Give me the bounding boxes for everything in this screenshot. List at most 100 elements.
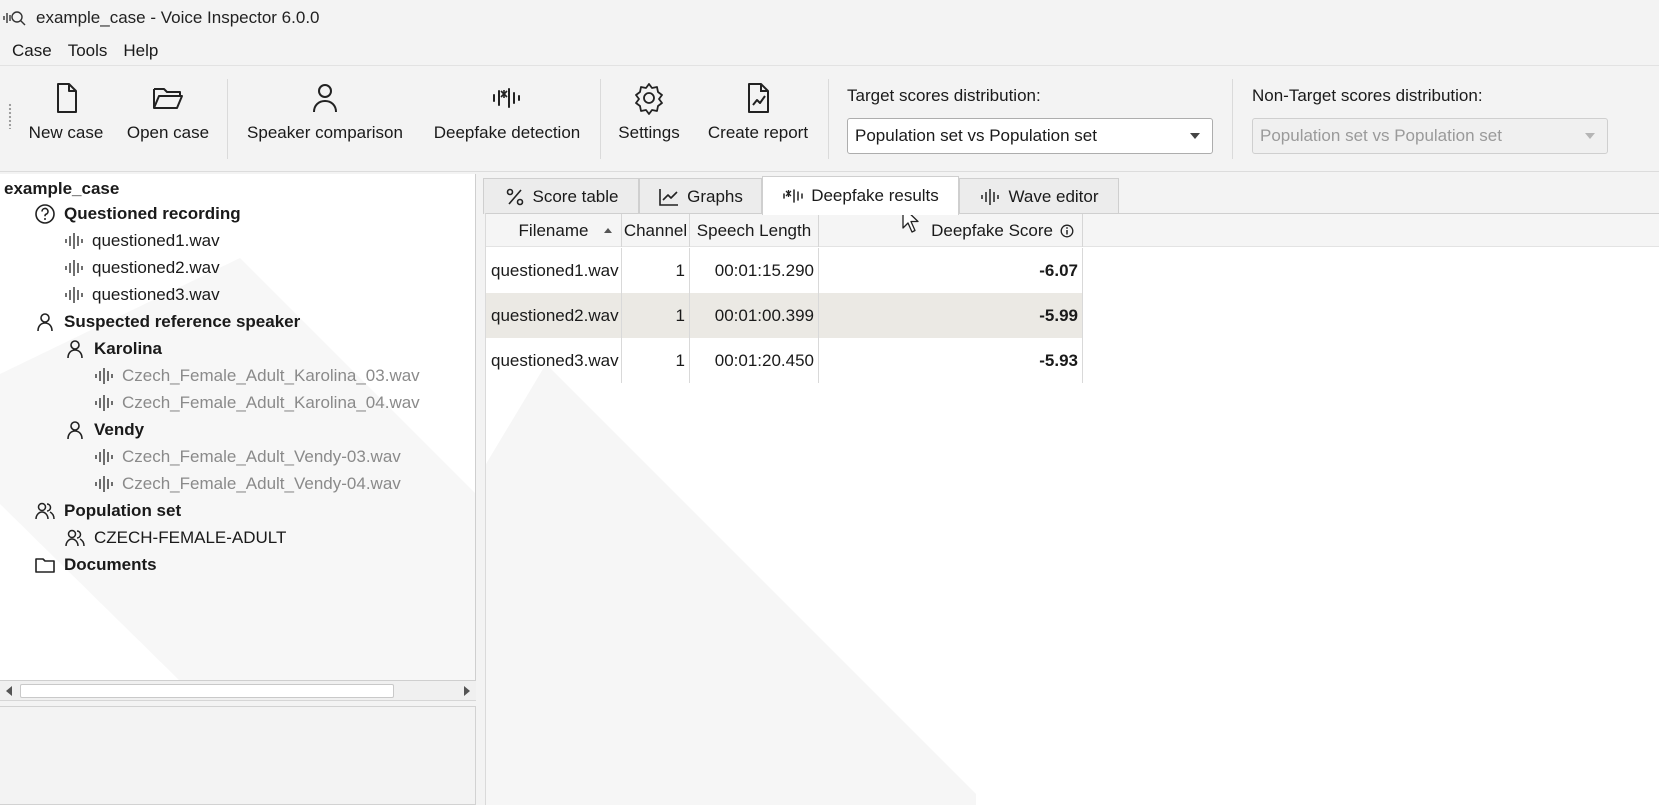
person-icon <box>67 421 83 440</box>
header-filename-label: Filename <box>518 220 589 240</box>
deepfake-detection-label: Deepfake detection <box>433 123 581 142</box>
table-row[interactable]: questioned3.wav 1 00:01:20.450 -5.93 <box>486 338 1083 383</box>
tree-population-set[interactable]: Population set <box>34 498 181 524</box>
tab-score-table[interactable]: Score table <box>483 178 639 214</box>
nontarget-distribution-select[interactable]: Population set vs Population set <box>1252 118 1608 154</box>
toolbar-grip[interactable] <box>8 103 12 129</box>
menu-bar: Case Tools Help <box>0 36 1659 66</box>
cell-deepfake-score: -6.07 <box>819 248 1083 293</box>
tree-speaker-vendy[interactable]: Vendy <box>64 417 144 443</box>
tree-file-questioned1[interactable]: questioned1.wav <box>64 228 220 254</box>
tree-file-label: questioned3.wav <box>92 285 220 304</box>
open-folder-icon <box>153 88 183 109</box>
tree-root[interactable]: example_case <box>4 176 119 202</box>
tree-file-karolina-03[interactable]: Czech_Female_Adult_Karolina_03.wav <box>94 363 420 389</box>
cell-channel: 1 <box>622 293 690 338</box>
settings-label: Settings <box>618 123 680 142</box>
menu-help[interactable]: Help <box>115 41 166 61</box>
tree-file-questioned2[interactable]: questioned2.wav <box>64 255 220 281</box>
tab-label: Deepfake results <box>811 186 939 205</box>
tree-root-label: example_case <box>4 179 120 198</box>
tree-file-vendy-03[interactable]: Czech_Female_Adult_Vendy-03.wav <box>94 444 401 470</box>
header-deepfake-score-label: Deepfake Score <box>931 220 1053 240</box>
header-channel[interactable]: Channel <box>622 214 690 247</box>
header-filename[interactable]: Filename <box>486 214 622 247</box>
table-row[interactable]: questioned2.wav 1 00:01:00.399 -5.99 <box>486 293 1083 338</box>
toolbar: New case Open case Speaker comparison De… <box>0 67 1659 172</box>
header-speech-length[interactable]: Speech Length <box>690 214 819 247</box>
window-title: example_case - Voice Inspector 6.0.0 <box>36 8 320 27</box>
tree-file-questioned3[interactable]: questioned3.wav <box>64 282 220 308</box>
new-file-icon <box>57 83 77 113</box>
toolbar-separator <box>1232 79 1233 159</box>
tree-horizontal-scrollbar[interactable] <box>0 681 476 701</box>
menu-tools[interactable]: Tools <box>60 41 116 61</box>
cell-speech-length: 00:01:15.290 <box>690 248 819 293</box>
tree-population-czech-female-adult[interactable]: CZECH-FEMALE-ADULT <box>64 525 286 551</box>
percent-icon <box>506 188 523 205</box>
open-case-button[interactable]: Open case <box>124 81 212 157</box>
waveform-icon <box>95 368 113 384</box>
cell-channel: 1 <box>622 338 690 383</box>
tree-questioned-label: Questioned recording <box>64 204 241 223</box>
tab-wave-editor[interactable]: Wave editor <box>959 178 1119 214</box>
scrollbar-thumb[interactable] <box>20 684 394 698</box>
tab-label: Score table <box>532 186 619 206</box>
deepfake-waveform-icon <box>493 88 520 108</box>
info-icon[interactable] <box>1060 224 1074 238</box>
person-icon <box>313 84 337 113</box>
tree-file-vendy-04[interactable]: Czech_Female_Adult_Vendy-04.wav <box>94 471 401 497</box>
speaker-comparison-button[interactable]: Speaker comparison <box>241 81 409 157</box>
case-tree[interactable]: example_case Questioned recording questi… <box>0 174 476 681</box>
deepfake-waveform-icon <box>783 189 803 203</box>
question-circle-icon <box>35 204 55 224</box>
create-report-label: Create report <box>707 123 809 142</box>
tree-reference-speaker[interactable]: Suspected reference speaker <box>34 309 300 335</box>
results-area: Score table Graphs Deepfake results Wave… <box>482 174 1659 805</box>
create-report-button[interactable]: Create report <box>700 81 816 157</box>
waveform-icon <box>95 476 113 492</box>
chevron-down-icon <box>1585 133 1595 139</box>
tree-population-label: Population set <box>64 501 182 520</box>
tree-file-label: questioned2.wav <box>92 258 220 277</box>
toolbar-separator <box>227 79 228 159</box>
tree-file-karolina-04[interactable]: Czech_Female_Adult_Karolina_04.wav <box>94 390 420 416</box>
target-distribution-value: Population set vs Population set <box>855 126 1097 145</box>
tree-file-label: Czech_Female_Adult_Vendy-03.wav <box>122 447 401 466</box>
speaker-comparison-label: Speaker comparison <box>247 123 403 142</box>
tab-deepfake-results[interactable]: Deepfake results <box>762 176 959 215</box>
waveform-icon <box>65 260 83 276</box>
tree-documents[interactable]: Documents <box>34 552 157 578</box>
tree-reference-label: Suspected reference speaker <box>64 312 301 331</box>
nontarget-distribution-value: Population set vs Population set <box>1260 126 1502 145</box>
waveform-icon <box>95 395 113 411</box>
waveform-icon <box>65 233 83 249</box>
waveform-icon <box>981 188 1000 205</box>
tree-speaker-karolina[interactable]: Karolina <box>64 336 162 362</box>
sort-ascending-icon <box>604 228 612 233</box>
cell-speech-length: 00:01:20.450 <box>690 338 819 383</box>
new-case-button[interactable]: New case <box>28 81 104 157</box>
scroll-right-arrow-icon[interactable] <box>464 686 470 696</box>
person-icon <box>67 340 83 359</box>
table-header: Filename Channel Speech Length Deepfake … <box>486 214 1659 247</box>
target-distribution-select[interactable]: Population set vs Population set <box>847 118 1213 154</box>
table-row[interactable]: questioned1.wav 1 00:01:15.290 -6.07 <box>486 248 1083 293</box>
toolbar-separator <box>600 79 601 159</box>
tree-population-child-label: CZECH-FEMALE-ADULT <box>94 528 287 547</box>
header-deepfake-score[interactable]: Deepfake Score <box>819 214 1083 247</box>
menu-case[interactable]: Case <box>4 41 60 61</box>
toolbar-separator <box>828 79 829 159</box>
tab-graphs[interactable]: Graphs <box>639 178 762 214</box>
scroll-left-arrow-icon[interactable] <box>6 686 12 696</box>
graph-icon <box>659 188 679 206</box>
cell-filename: questioned3.wav <box>486 338 622 383</box>
deepfake-detection-button[interactable]: Deepfake detection <box>428 81 586 157</box>
folder-icon <box>35 558 55 573</box>
cell-filename: questioned1.wav <box>486 248 622 293</box>
settings-button[interactable]: Settings <box>612 81 686 157</box>
tree-file-label: Czech_Female_Adult_Vendy-04.wav <box>122 474 401 493</box>
tree-questioned-recording[interactable]: Questioned recording <box>34 201 241 227</box>
new-case-label: New case <box>28 123 104 142</box>
cell-filename: questioned2.wav <box>486 293 622 338</box>
